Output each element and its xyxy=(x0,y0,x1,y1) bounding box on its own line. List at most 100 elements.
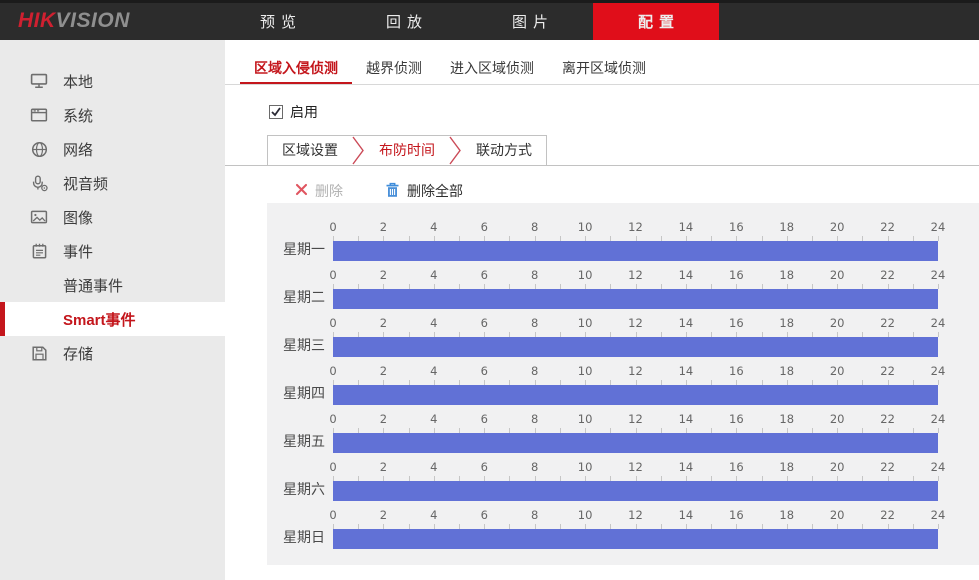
time-ruler[interactable]: 024681012141618202224 xyxy=(333,311,938,359)
time-ruler[interactable]: 024681012141618202224 xyxy=(333,455,938,503)
hour-label: 6 xyxy=(481,364,488,378)
hour-label: 16 xyxy=(729,508,744,522)
hour-label: 24 xyxy=(931,460,946,474)
top-nav-tabs: 预览回放图片配置 xyxy=(215,3,719,40)
nav-tab-4[interactable]: 配置 xyxy=(593,3,719,40)
nav-tab-1[interactable]: 预览 xyxy=(215,3,341,40)
hour-label: 8 xyxy=(531,268,538,282)
detection-tab-4[interactable]: 离开区域侦测 xyxy=(548,54,660,84)
sidebar-item-label: 图像 xyxy=(63,207,93,228)
hour-label: 20 xyxy=(830,508,845,522)
schedule-bar[interactable] xyxy=(333,529,938,549)
time-ruler[interactable]: 024681012141618202224 xyxy=(333,503,938,551)
day-label: 星期六 xyxy=(267,479,325,499)
hour-label: 6 xyxy=(481,412,488,426)
hour-label: 18 xyxy=(779,220,794,234)
hour-label: 22 xyxy=(880,316,895,330)
logo-hik: HIK xyxy=(18,9,56,32)
hour-label: 10 xyxy=(578,508,593,522)
hour-label: 0 xyxy=(329,412,336,426)
hour-label: 10 xyxy=(578,220,593,234)
hour-label: 12 xyxy=(628,508,643,522)
nav-tab-3[interactable]: 图片 xyxy=(467,3,593,40)
sidebar-item-9[interactable]: 存储 xyxy=(0,336,225,370)
storage-icon xyxy=(30,345,48,361)
sidebar-item-label: 网络 xyxy=(63,139,93,160)
schedule-row: 星期日024681012141618202224 xyxy=(267,503,979,551)
day-label: 星期四 xyxy=(267,383,325,403)
schedule-toolbar: 删除 删除全部 xyxy=(295,181,979,201)
subtab-2[interactable]: 布防时间 xyxy=(365,136,449,165)
ruler-tick xyxy=(938,284,939,289)
hour-label: 0 xyxy=(329,364,336,378)
delete-all-button[interactable]: 删除全部 xyxy=(385,181,463,201)
globe-icon xyxy=(30,141,48,157)
hour-label: 18 xyxy=(779,364,794,378)
detection-tab-1[interactable]: 区域入侵侦测 xyxy=(240,54,352,84)
sidebar-item-label: 视音频 xyxy=(63,173,108,194)
logo-vision: VISION xyxy=(56,9,130,32)
sidebar-item-label: 本地 xyxy=(63,71,93,92)
hour-label: 8 xyxy=(531,364,538,378)
nav-tab-2[interactable]: 回放 xyxy=(341,3,467,40)
sidebar-item-4[interactable]: 视音频 xyxy=(0,166,225,200)
hour-label: 10 xyxy=(578,364,593,378)
sidebar-item-3[interactable]: 网络 xyxy=(0,132,225,166)
detection-tab-2[interactable]: 越界侦测 xyxy=(352,54,436,84)
schedule-bar[interactable] xyxy=(333,385,938,405)
hour-label: 2 xyxy=(380,460,387,474)
trash-icon xyxy=(385,182,400,201)
hour-label: 8 xyxy=(531,412,538,426)
schedule-bar[interactable] xyxy=(333,241,938,261)
hour-label: 20 xyxy=(830,364,845,378)
sidebar-item-2[interactable]: 系统 xyxy=(0,98,225,132)
hour-label: 14 xyxy=(679,364,694,378)
arming-schedule-panel: 星期一024681012141618202224星期二0246810121416… xyxy=(267,203,979,565)
ruler-tick xyxy=(938,380,939,385)
hikvision-config-page: HIKVISION 预览回放图片配置 本地系统网络视音频图像事件普通事件 Smar… xyxy=(0,0,979,580)
top-nav-bar: HIKVISION 预览回放图片配置 xyxy=(0,0,979,40)
schedule-row: 星期五024681012141618202224 xyxy=(267,407,979,455)
delete-button[interactable]: 删除 xyxy=(295,181,343,201)
schedule-bar[interactable] xyxy=(333,337,938,357)
hour-label: 2 xyxy=(380,316,387,330)
schedule-bar[interactable] xyxy=(333,289,938,309)
subtab-3[interactable]: 联动方式 xyxy=(462,136,546,165)
time-ruler[interactable]: 024681012141618202224 xyxy=(333,407,938,455)
enable-checkbox[interactable] xyxy=(269,105,283,119)
hour-label: 6 xyxy=(481,268,488,282)
sidebar-item-1[interactable]: 本地 xyxy=(0,64,225,98)
schedule-row: 星期四024681012141618202224 xyxy=(267,359,979,407)
sidebar-item-6[interactable]: 事件 xyxy=(0,234,225,268)
hour-label: 16 xyxy=(729,316,744,330)
window-icon xyxy=(30,107,48,123)
hour-label: 10 xyxy=(578,460,593,474)
sidebar-item-8[interactable]: Smart事件 xyxy=(0,302,225,336)
time-ruler[interactable]: 024681012141618202224 xyxy=(333,359,938,407)
time-ruler[interactable]: 024681012141618202224 xyxy=(333,215,938,263)
hour-label: 16 xyxy=(729,220,744,234)
monitor-icon xyxy=(30,73,48,89)
time-ruler[interactable]: 024681012141618202224 xyxy=(333,263,938,311)
hour-label: 22 xyxy=(880,460,895,474)
hour-label: 6 xyxy=(481,316,488,330)
hour-label: 24 xyxy=(931,268,946,282)
hour-label: 0 xyxy=(329,508,336,522)
hour-label: 4 xyxy=(430,412,437,426)
detection-tab-3[interactable]: 进入区域侦测 xyxy=(436,54,548,84)
sidebar-item-label: 普通事件 xyxy=(63,275,123,296)
sidebar-item-5[interactable]: 图像 xyxy=(0,200,225,234)
schedule-bar[interactable] xyxy=(333,481,938,501)
sidebar-item-label: 事件 xyxy=(63,241,93,262)
day-label: 星期二 xyxy=(267,287,325,307)
day-label: 星期五 xyxy=(267,431,325,451)
hour-label: 18 xyxy=(779,316,794,330)
hour-label: 10 xyxy=(578,268,593,282)
sidebar-item-7[interactable]: 普通事件 xyxy=(0,268,225,302)
subtab-1[interactable]: 区域设置 xyxy=(268,136,352,165)
hour-label: 24 xyxy=(931,412,946,426)
hour-label: 2 xyxy=(380,508,387,522)
schedule-bar[interactable] xyxy=(333,433,938,453)
hour-label: 14 xyxy=(679,220,694,234)
hour-label: 0 xyxy=(329,220,336,234)
